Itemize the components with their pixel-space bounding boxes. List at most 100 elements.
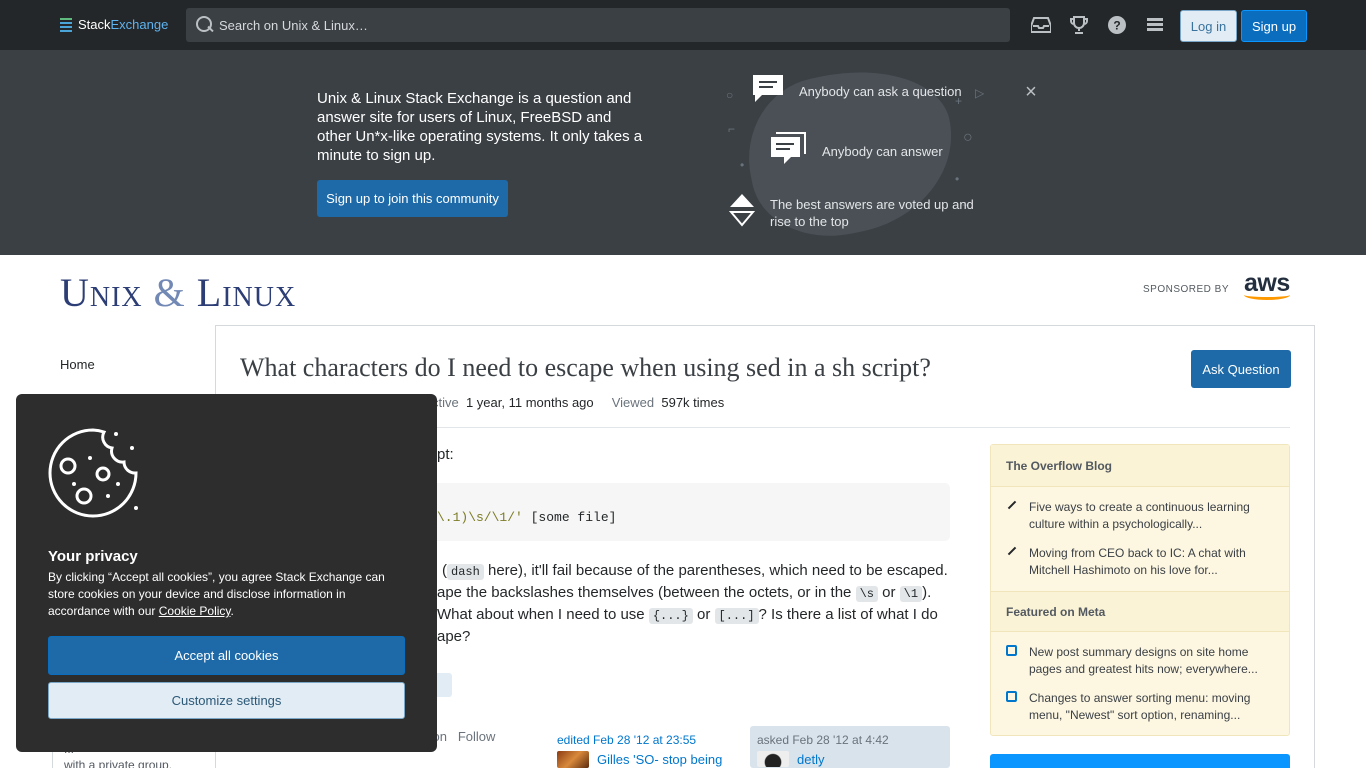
asked-timestamp: asked Feb 28 '12 at 4:42 <box>757 733 889 747</box>
signup-button[interactable]: Sign up <box>1241 10 1307 42</box>
code-line: \.1)\s/\1/' [some file] <box>437 510 616 525</box>
stackexchange-logo-icon <box>60 17 72 32</box>
post-paragraph-line1: (dash here), it'll fail because of the p… <box>442 560 948 583</box>
logo-ampersand: & <box>153 270 186 315</box>
code-args: [some file] <box>522 510 617 525</box>
sponsored-by-label: SPONSORED BY <box>1143 284 1230 295</box>
sidebar-promo-box[interactable] <box>990 754 1290 768</box>
question-title[interactable]: What characters do I need to escape when… <box>240 353 931 383</box>
meta-item-link[interactable]: New post summary designs on site home pa… <box>1029 644 1274 678</box>
accept-all-cookies-button[interactable]: Accept all cookies <box>48 636 405 675</box>
help-icon[interactable]: ? <box>1104 13 1130 37</box>
edited-timestamp-link[interactable]: edited Feb 28 '12 at 23:55 <box>557 733 696 747</box>
text-span: ? Is there a list of what I do <box>758 606 938 623</box>
text-span: or <box>877 584 900 601</box>
site-switcher-icon[interactable] <box>1142 13 1168 37</box>
achievements-trophy-icon[interactable] <box>1066 13 1092 37</box>
cookie-description: By clicking “Accept all cookies”, you ag… <box>48 569 408 620</box>
meta-item[interactable]: New post summary designs on site home pa… <box>991 644 1289 678</box>
unix-linux-logo[interactable]: Unix & Linux <box>60 269 296 316</box>
blog-item-link[interactable]: Five ways to create a continuous learnin… <box>1029 499 1274 533</box>
cookie-icon <box>48 428 138 518</box>
login-button[interactable]: Log in <box>1180 10 1237 42</box>
left-widget-line2: with a private group. <box>64 758 173 768</box>
search-bar[interactable] <box>186 8 1010 42</box>
viewed-label: Viewed <box>611 395 655 410</box>
inline-code-dash: dash <box>447 564 484 580</box>
feature-ask: Anybody can ask a question <box>799 84 962 99</box>
site-header: Unix & Linux SPONSORED BY aws <box>0 255 1366 325</box>
logo-word-linux: Linux <box>196 270 297 315</box>
editor-user-card: Gilles 'SO- stop being <box>557 751 722 768</box>
post-paragraph-line2: ape the backslashes themselves (between … <box>437 582 931 605</box>
brand-stack: Stack <box>78 17 111 32</box>
viewed-value: 597k times <box>661 395 725 410</box>
blog-item[interactable]: Moving from CEO back to IC: A chat with … <box>991 545 1289 579</box>
topbar-icons: ? <box>1028 13 1180 37</box>
search-icon <box>195 15 215 35</box>
inline-code-1: \1 <box>899 586 923 602</box>
hero-description: Unix & Linux Stack Exchange is a questio… <box>317 90 643 164</box>
join-community-button[interactable]: Sign up to join this community <box>317 180 508 217</box>
brand-exchange: Exchange <box>110 17 169 32</box>
overflow-blog-widget: The Overflow Blog Five ways to create a … <box>990 444 1290 736</box>
asker-user-card: asked Feb 28 '12 at 4:42 detly <box>750 726 950 768</box>
feature-answer: Anybody can answer <box>822 144 943 159</box>
text-span: What about when I need to use <box>437 606 649 623</box>
left-sidebar-nav: Home <box>60 357 95 372</box>
text-span: here), it'll fail because of the parenth… <box>483 562 948 579</box>
post-paragraph-line3: What about when I need to use {...} or [… <box>437 604 938 627</box>
decor-circle-icon: ○ <box>726 88 734 102</box>
blog-item[interactable]: Five ways to create a continuous learnin… <box>991 499 1289 533</box>
close-banner-button[interactable]: × <box>1022 82 1040 102</box>
inline-code-brackets: [...] <box>714 608 759 624</box>
text-span: ape the backslashes themselves (between … <box>437 584 856 601</box>
decor-triangle-icon: ▷ <box>975 86 985 100</box>
text-span: ). <box>922 584 932 601</box>
ask-question-button[interactable]: Ask Question <box>1191 350 1291 388</box>
ask-question-icon <box>752 74 784 107</box>
cookie-title: Your privacy <box>48 548 138 565</box>
nav-home-link[interactable]: Home <box>60 357 95 372</box>
chat-bubble-icon <box>1006 645 1017 656</box>
decor-corner-icon: ⌐ <box>728 122 736 136</box>
feature-vote: The best answers are voted up and rise t… <box>770 197 974 229</box>
editor-username-link[interactable]: Gilles 'SO- stop being <box>597 752 722 767</box>
meta-item-link[interactable]: Changes to answer sorting menu: moving m… <box>1029 690 1274 724</box>
stackexchange-logo[interactable]: Stack Exchange <box>60 17 168 32</box>
customize-settings-button[interactable]: Customize settings <box>48 682 405 719</box>
aws-sponsor-logo[interactable]: aws <box>1244 270 1296 306</box>
text-span: or <box>692 606 715 623</box>
meta-item[interactable]: Changes to answer sorting menu: moving m… <box>991 690 1289 724</box>
decor-dot-icon: • <box>740 158 745 172</box>
post-intro-fragment: pt: <box>437 446 454 463</box>
follow-link[interactable]: Follow <box>458 729 496 744</box>
asker-username-link[interactable]: detly <box>797 752 824 767</box>
inline-code-s: \s <box>855 586 878 602</box>
question-meta: ctive 1 year, 11 months ago Viewed 597k … <box>432 395 724 410</box>
cookie-period: . <box>230 604 234 618</box>
blog-item-link[interactable]: Moving from CEO back to IC: A chat with … <box>1029 545 1274 579</box>
blog-heading: The Overflow Blog <box>991 445 1289 487</box>
post-paragraph-line4: ape? <box>437 628 471 645</box>
cookie-policy-link[interactable]: Cookie Policy <box>159 604 231 618</box>
svg-text:?: ? <box>1113 19 1120 33</box>
vote-arrows-icon <box>728 193 756 230</box>
inline-code-braces: {...} <box>648 608 693 624</box>
pencil-icon <box>1006 500 1016 510</box>
active-value: 1 year, 11 months ago <box>465 395 594 410</box>
pencil-icon <box>1006 546 1016 556</box>
code-string: \.1)\s/\1/' <box>437 510 523 525</box>
decor-dot2-icon: • <box>955 172 960 186</box>
top-bar: StackExchange ? Log in Sign up <box>0 0 1366 50</box>
decor-ring-icon: ○ <box>963 129 973 146</box>
answer-icon <box>770 132 806 169</box>
aws-logo-text: aws <box>1244 269 1290 297</box>
inbox-icon[interactable] <box>1028 13 1054 37</box>
logo-word-unix: Unix <box>60 270 143 315</box>
cookie-consent-dialog: Your privacy By clicking “Accept all coo… <box>16 394 437 752</box>
asker-avatar[interactable] <box>757 751 789 767</box>
search-input[interactable] <box>219 17 979 33</box>
editor-avatar[interactable] <box>557 751 589 768</box>
community-hero-banner: Unix & Linux Stack Exchange is a questio… <box>0 50 1366 255</box>
